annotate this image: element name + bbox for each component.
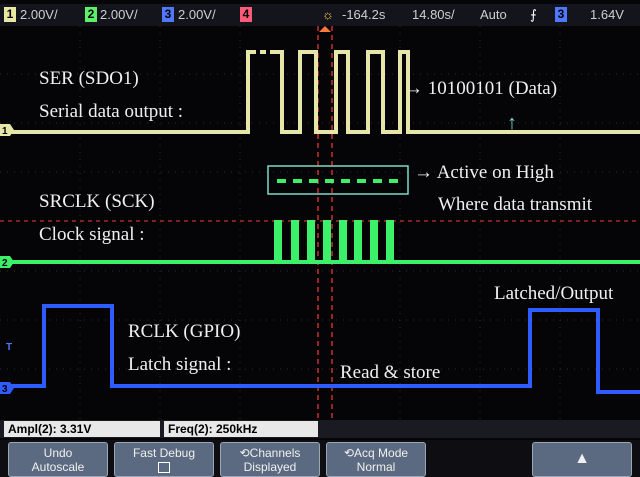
ser-title: SER (SDO1) [39,68,139,89]
where-data-annotation: Where data transmit [438,194,593,215]
ch4-indicator[interactable]: 4 [240,7,252,22]
ch2-marker-label: 2 [2,258,8,269]
active-high-annotation: → Active on High [414,162,554,183]
waveform-display: 1 2 3 T SER (SDO1) Serial data output : … [0,26,640,420]
status-bar: 1 2.00V/ 2 2.00V/ 3 2.00V/ 4 ☼ -164.2s 1… [0,4,640,26]
acq-mode-label: Acq Mode [354,446,409,460]
oscilloscope-screen: 1 2.00V/ 2 2.00V/ 3 2.00V/ 4 ☼ -164.2s 1… [0,0,640,477]
acq-mode-value: Normal [356,460,396,474]
trigger-channel[interactable]: 3 [555,7,567,22]
ch3-marker-label: 3 [2,384,8,395]
ch3-indicator[interactable]: 3 [162,7,174,22]
ch3-scale[interactable]: 2.00V/ [178,7,216,22]
latched-output-annotation: Latched/Output [494,283,614,304]
active-high-box [267,165,409,195]
undo-autoscale-line2: Autoscale [31,460,85,474]
fast-debug-checkbox[interactable] [158,462,170,473]
sun-icon: ☼ [322,7,334,22]
read-store-annotation: Read & store [340,362,441,383]
trigger-level-marker: T [6,342,12,353]
clock-description: Clock signal : [39,224,145,245]
trigger-mode[interactable]: Auto [480,7,507,22]
data-annotation: → 10100101 (Data) [404,78,558,99]
trigger-position-marker [319,26,331,32]
ch1-indicator[interactable]: 1 [4,7,16,22]
trigger-edge-icon: ⨍ [530,7,537,22]
delay-readout[interactable]: -164.2s [342,7,385,22]
ch2-scale[interactable]: 2.00V/ [100,7,138,22]
channels-displayed-line2: Displayed [243,460,297,474]
ch1-scale[interactable]: 2.00V/ [20,7,58,22]
fast-debug-button[interactable]: Fast Debug [114,442,214,477]
srclk-title: SRCLK (SCK) [39,191,155,212]
channels-displayed-button[interactable]: ⟲Channels Displayed [220,442,320,477]
ser-description: Serial data output : [39,101,184,122]
measurement-bar: Ampl(2): 3.31V Freq(2): 250kHz [0,420,640,438]
amplitude-measurement[interactable]: Ampl(2): 3.31V [4,421,160,437]
up-arrow-annotation: ↑ [507,112,517,134]
ch1-marker-label: 1 [2,126,8,137]
up-arrow-icon: ▲ [574,450,590,467]
rclk-title: RCLK (GPIO) [128,321,241,342]
rotate-knob-icon: ⟲ [239,446,250,460]
rotate-knob-icon-2: ⟲ [343,446,355,460]
undo-autoscale-button[interactable]: Undo Autoscale [8,442,108,477]
channels-displayed-label-1: Channels [249,446,301,460]
ch2-indicator[interactable]: 2 [85,7,97,22]
timebase-readout[interactable]: 14.80s/ [412,7,455,22]
trigger-level[interactable]: 1.64V [590,7,624,22]
rclk-trace [0,304,640,394]
latch-description: Latch signal : [128,354,232,375]
frequency-measurement[interactable]: Freq(2): 250kHz [164,421,318,437]
softkey-bar: Undo Autoscale Fast Debug ⟲Channels Disp… [0,440,640,477]
undo-autoscale-line1: Undo [43,446,73,460]
channels-displayed-line1: ⟲Channels [221,446,319,460]
fast-debug-label: Fast Debug [132,446,196,460]
acq-mode-line1: ⟲Acq Mode [327,446,425,460]
menu-up-button[interactable]: ▲ [532,442,632,477]
acq-mode-button[interactable]: ⟲Acq Mode Normal [326,442,426,477]
